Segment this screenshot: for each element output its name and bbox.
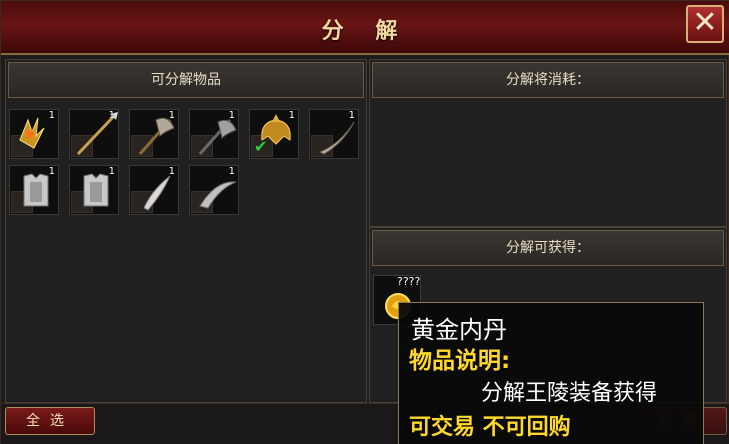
item-slot-7[interactable]: 1 <box>9 165 59 215</box>
tooltip-trade-note: 可交易 不可回购 <box>409 415 571 440</box>
item-slot-6[interactable]: 1 <box>309 109 359 159</box>
tooltip-section-label: 物品说明: <box>409 348 511 374</box>
tooltip-item-name: 黄金内丹 <box>411 316 507 344</box>
item-slot-10[interactable]: 1 <box>189 165 239 215</box>
decompose-cost-panel: 分解将消耗： <box>369 59 727 227</box>
item-slot-4[interactable]: 1 <box>189 109 239 159</box>
title-bar: 分 解 ✕ <box>1 1 729 55</box>
tooltip-description: 分解王陵装备获得 <box>481 381 658 406</box>
decompose-cost-header: 分解将消耗： <box>372 62 724 98</box>
selected-check-icon: ✔ <box>254 137 268 156</box>
item-count: 1 <box>168 166 175 177</box>
item-count: 1 <box>228 110 235 121</box>
decomposable-items-header: 可分解物品 <box>8 62 364 98</box>
close-button[interactable]: ✕ <box>686 5 724 43</box>
item-count: 1 <box>48 166 55 177</box>
item-slot-3[interactable]: 1 <box>129 109 179 159</box>
item-count: 1 <box>348 110 355 121</box>
item-slot-8[interactable]: 1 <box>69 165 119 215</box>
result-item-label: ???? <box>397 275 421 288</box>
item-count: 1 <box>108 166 115 177</box>
item-slot-1[interactable]: 1 <box>9 109 59 159</box>
item-slot-2[interactable]: 1 <box>69 109 119 159</box>
item-count: 1 <box>228 166 235 177</box>
item-count: 1 <box>48 110 55 121</box>
decompose-window: 分 解 ✕ 可分解物品 1 1 1 1 ✔ 1 1 1 1 1 1 分解将消耗：… <box>0 0 729 444</box>
item-count: 1 <box>288 110 295 121</box>
decompose-result-header: 分解可获得： <box>372 230 724 266</box>
item-slot-5[interactable]: ✔ 1 <box>249 109 299 159</box>
item-tooltip: 黄金内丹 物品说明: 分解王陵装备获得 可交易 不可回购 <box>398 302 704 444</box>
select-all-button[interactable]: 全选 <box>5 407 95 435</box>
item-count: 1 <box>108 110 115 121</box>
item-slot-9[interactable]: 1 <box>129 165 179 215</box>
item-count: 1 <box>168 110 175 121</box>
window-title: 分 解 <box>321 18 410 44</box>
